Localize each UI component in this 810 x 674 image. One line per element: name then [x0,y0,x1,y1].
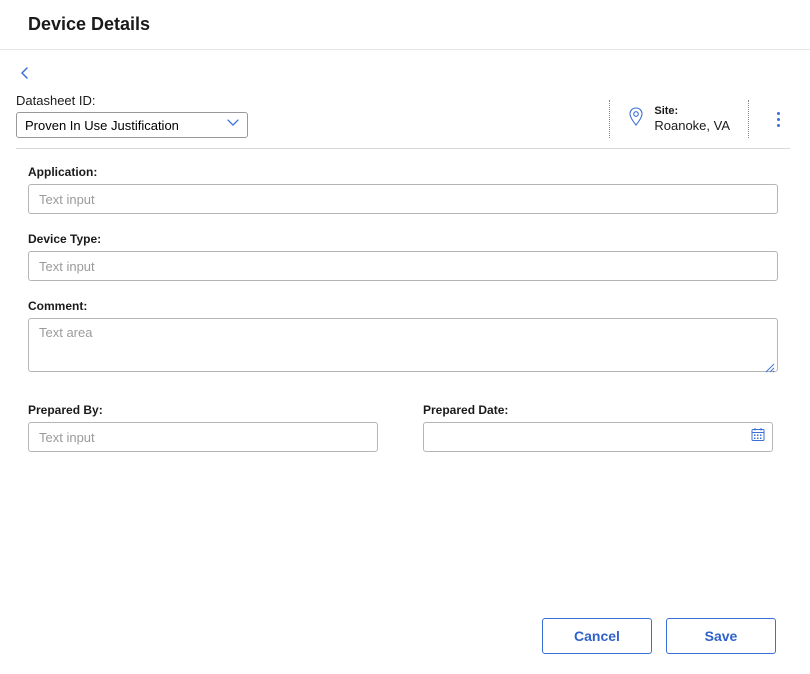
footer-actions: Cancel Save [542,618,776,654]
datasheet-select[interactable]: Proven In Use Justification [16,112,248,138]
site-text: Site: Roanoke, VA [654,105,730,134]
location-pin-icon [628,107,644,132]
device-type-label: Device Type: [28,232,778,246]
prepared-date-input[interactable] [423,422,773,452]
save-button[interactable]: Save [666,618,776,654]
prepared-by-field: Prepared By: [28,403,383,452]
datasheet-label: Datasheet ID: [16,93,248,108]
prepared-date-field: Prepared Date: [423,403,778,452]
datasheet-block: Datasheet ID: Proven In Use Justificatio… [16,93,248,138]
page-title: Device Details [28,14,790,35]
device-type-input[interactable] [28,251,778,281]
site-inner: Site: Roanoke, VA [628,105,730,134]
application-input[interactable] [28,184,778,214]
comment-textarea[interactable] [28,318,778,372]
device-type-field: Device Type: [28,232,778,281]
prepared-by-label: Prepared By: [28,403,383,417]
cancel-button[interactable]: Cancel [542,618,652,654]
application-field: Application: [28,165,778,214]
form-area: Application: Device Type: Comment: Prepa… [16,165,790,452]
application-label: Application: [28,165,778,179]
comment-field: Comment: [28,299,778,373]
back-icon[interactable] [16,64,34,87]
prepared-date-label: Prepared Date: [423,403,778,417]
two-col-row: Prepared By: Prepared Date: [28,403,778,452]
site-value: Roanoke, VA [654,118,730,134]
prepared-date-wrap [423,422,773,452]
page-header: Device Details [0,0,810,50]
content-area: Datasheet ID: Proven In Use Justificatio… [0,50,810,452]
top-row: Datasheet ID: Proven In Use Justificatio… [16,93,790,149]
comment-label: Comment: [28,299,778,313]
divider [609,100,610,138]
more-options-icon[interactable] [767,106,790,133]
prepared-by-input[interactable] [28,422,378,452]
site-label: Site: [654,105,730,118]
site-block: Site: Roanoke, VA [591,100,790,138]
datasheet-select-wrap: Proven In Use Justification [16,112,248,138]
divider [748,100,749,138]
